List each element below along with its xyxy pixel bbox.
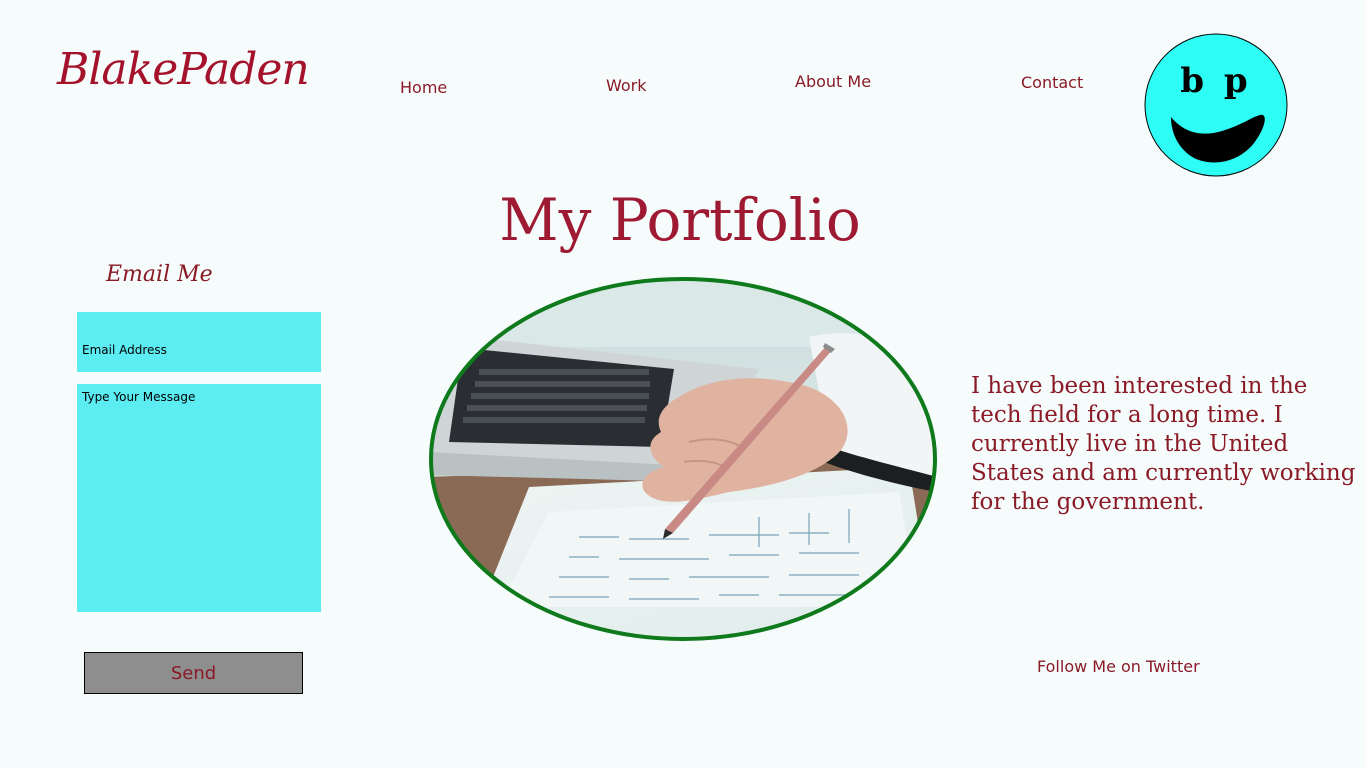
nav-contact-link[interactable]: Contact [1021,73,1083,92]
twitter-link[interactable]: Follow Me on Twitter [1037,657,1200,676]
send-button[interactable]: Send [84,652,303,694]
nav-home-link[interactable]: Home [400,78,447,97]
page-title: My Portfolio [499,186,861,254]
message-field[interactable] [77,384,321,612]
email-field[interactable] [77,312,321,372]
bio-text: I have been interested in the tech field… [971,373,1356,515]
email-form-heading: Email Me [106,262,213,287]
nav-about-link[interactable]: About Me [795,72,871,91]
nav-work-link[interactable]: Work [606,76,647,95]
avatar-initials: b p [1180,61,1252,101]
hero-image [429,277,937,641]
smiley-face-icon [1144,33,1288,177]
site-logo[interactable]: BlakePaden [57,44,310,95]
avatar: b p [1144,33,1288,177]
